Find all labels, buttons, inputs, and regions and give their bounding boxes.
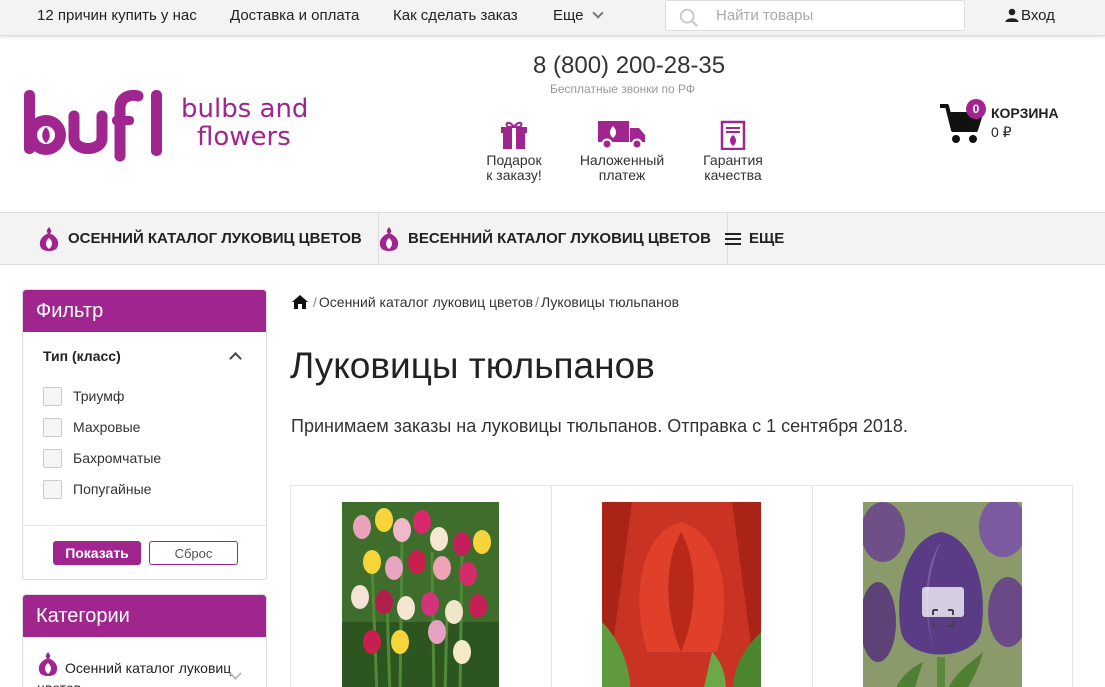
checkbox[interactable] [43,479,62,499]
page-intro: Принимаем заказы на луковицы тюльпанов. … [291,416,908,436]
link-12-reasons[interactable]: 12 причин купить у нас [37,7,197,24]
feature-gift: Подарок к заказу! [482,120,546,183]
bulb-icon [39,226,59,251]
product-card[interactable] [813,486,1074,687]
nav-autumn-catalog[interactable]: ОСЕННИЙ КАТАЛОГ ЛУКОВИЦ ЦВЕТОВ [22,213,379,264]
home-icon [292,295,308,309]
top-bar: 12 причин купить у нас Доставка и оплата… [0,0,1105,36]
nav-more[interactable]: ЕЩЕ [709,213,800,264]
filter-option-label: Триумф [73,388,125,404]
feature-quality: Гарантия качества [699,120,767,183]
feature-gift-line2: к заказу! [486,167,542,183]
filter-group-title[interactable]: Тип (класс) [43,348,121,364]
quality-certificate-icon [720,120,746,150]
hamburger-menu-icon [725,232,741,245]
breadcrumb-current: Луковицы тюльпанов [541,294,680,310]
product-grid [290,485,1073,687]
cart-count-badge: 0 [966,99,986,119]
reset-button[interactable]: Сброс [149,541,238,565]
filter-panel: Фильтр Тип (класс) Триумф Махровые Бахро… [22,289,267,580]
filter-option-double[interactable]: Махровые [43,417,140,437]
feature-gift-line1: Подарок [486,152,542,168]
logo-tagline-line2: flowers [197,122,291,152]
cart-sum: 0 ₽ [991,124,1012,140]
phone-note: Бесплатные звонки по РФ [550,82,696,96]
mixed-tulips-image[interactable] [342,502,499,687]
breadcrumb: / Осенний каталог луковиц цветов / Луковицы… [291,294,679,310]
phone-number[interactable]: 8 (800) 200-28-35 [533,52,725,80]
zoom-button[interactable] [922,587,964,627]
bufl-logo-mark [24,89,162,162]
breadcrumb-item-autumn[interactable]: Осенний каталог луковиц цветов [319,294,533,310]
divider [23,525,266,526]
user-icon [1005,8,1019,22]
filter-option-label: Попугайные [73,481,152,497]
link-delivery-payment[interactable]: Доставка и оплата [230,7,359,24]
gift-icon [501,121,527,149]
filter-option-parrot[interactable]: Попугайные [43,479,151,499]
categories-panel: Категории Осенний каталог луковиц цветов [22,594,267,687]
feature-quality-line1: Гарантия [703,152,763,168]
show-button[interactable]: Показать [53,541,141,565]
feature-cod-line2: платеж [598,167,646,183]
filter-option-triumph[interactable]: Триумф [43,386,124,406]
nav-more-label: ЕЩЕ [749,230,785,247]
chevron-up-icon[interactable] [229,352,242,365]
search-input[interactable] [716,7,956,24]
category-item-label: Осенний каталог луковиц цветов [37,660,232,687]
more-menu[interactable]: Еще [553,7,604,24]
logo-tagline-line1: bulbs and [181,94,309,124]
page-title: Луковицы тюльпанов [290,345,655,386]
expand-icon [932,609,954,627]
link-how-to-order[interactable]: Как сделать заказ [393,7,518,24]
search-box [665,0,965,31]
feature-quality-line2: качества [704,167,762,183]
product-card[interactable] [291,486,552,687]
filter-title: Фильтр [23,290,266,332]
filter-option-fringed[interactable]: Бахромчатые [43,448,161,468]
bulb-icon [379,226,399,251]
nav-spring-catalog[interactable]: ВЕСЕННИЙ КАТАЛОГ ЛУКОВИЦ ЦВЕТОВ [362,213,728,264]
cart-label: КОРЗИНА [991,105,1059,121]
search-icon[interactable] [678,7,700,29]
login-link[interactable]: Вход [1005,7,1055,24]
red-tulip-image[interactable] [602,502,761,687]
product-card[interactable] [552,486,813,687]
login-label: Вход [1021,7,1055,24]
delivery-truck-icon [598,121,645,150]
checkbox[interactable] [43,417,62,437]
filter-option-label: Бахромчатые [73,450,162,466]
bulb-icon [38,652,58,676]
nav-autumn-label: ОСЕННИЙ КАТАЛОГ ЛУКОВИЦ ЦВЕТОВ [68,230,362,247]
more-menu-label: Еще [553,7,584,24]
checkbox[interactable] [43,448,62,468]
chevron-down-icon [591,7,604,19]
home-link[interactable] [291,294,311,310]
main-nav: ОСЕННИЙ КАТАЛОГ ЛУКОВИЦ ЦВЕТОВ ВЕСЕННИЙ … [0,212,1105,265]
feature-cod: Наложенный платеж [575,120,669,183]
nav-spring-label: ВЕСЕННИЙ КАТАЛОГ ЛУКОВИЦ ЦВЕТОВ [408,230,711,247]
categories-title: Категории [23,595,266,637]
checkbox[interactable] [43,386,62,406]
category-item-autumn[interactable]: Осенний каталог луковиц цветов [37,651,252,687]
logo-tagline: bulbs and flowers [181,95,308,151]
filter-option-label: Махровые [73,419,141,435]
feature-cod-line1: Наложенный [579,152,665,168]
